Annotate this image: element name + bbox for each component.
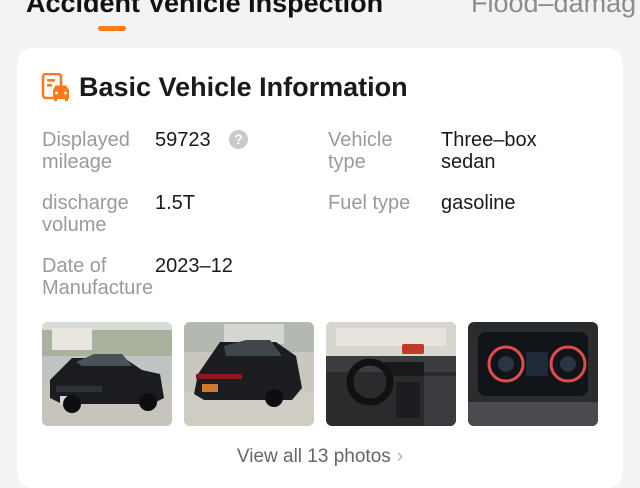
mileage-label-line2: mileage	[42, 151, 113, 173]
view-all-photos-label: View all 13 photos	[236, 446, 391, 467]
fuel-type-value: gasoline	[441, 192, 516, 214]
vehicle-type-label: Vehicle type	[328, 129, 393, 173]
mileage-value: 59723	[155, 129, 211, 151]
inspection-tabs: Accident Vehicle Inspection Flood–damag	[0, 0, 640, 40]
photo-instrument-cluster[interactable]	[468, 322, 598, 426]
tab-flood-damaged[interactable]: Flood–damag	[471, 0, 636, 19]
card-title: Basic Vehicle Information	[79, 72, 408, 102]
manufacture-date-label: Date of Manufacture	[42, 255, 153, 299]
chevron-right-icon: ›	[396, 446, 404, 467]
help-icon[interactable]: ?	[229, 130, 248, 149]
photo-car-interior[interactable]	[326, 322, 456, 426]
active-tab-indicator	[98, 26, 126, 31]
tab-accident-vehicle-inspection[interactable]: Accident Vehicle Inspection	[26, 0, 383, 19]
mileage-label: Displayed mileage	[42, 129, 130, 173]
discharge-label-line2: volume	[42, 214, 107, 236]
photo-strip	[42, 322, 602, 426]
vehicle-type-value-line1: Three–box	[441, 129, 537, 151]
discharge-volume-value: 1.5T	[155, 192, 196, 214]
vehicle-type-value: Three–box sedan	[441, 129, 537, 173]
vehicle-type-label-line2: type	[328, 151, 366, 173]
vehicle-type-value-line2: sedan	[441, 151, 496, 173]
discharge-label-line1: discharge	[42, 192, 129, 214]
discharge-volume-label: discharge volume	[42, 192, 129, 236]
basic-vehicle-info-card: Basic Vehicle Information Displayed mile…	[17, 48, 623, 488]
manufacture-label-line2: Manufacture	[42, 277, 154, 299]
mileage-label-line1: Displayed	[42, 129, 130, 151]
manufacture-date-value: 2023–12	[155, 255, 233, 277]
vehicle-type-label-line1: Vehicle	[328, 129, 393, 151]
photo-car-rear[interactable]	[184, 322, 314, 426]
fuel-type-label: Fuel type	[328, 192, 411, 214]
car-document-icon	[41, 73, 69, 101]
view-all-photos-link[interactable]: View all 13 photos ›	[17, 446, 623, 468]
manufacture-label-line1: Date of	[42, 255, 107, 277]
photo-car-front[interactable]	[42, 322, 172, 426]
